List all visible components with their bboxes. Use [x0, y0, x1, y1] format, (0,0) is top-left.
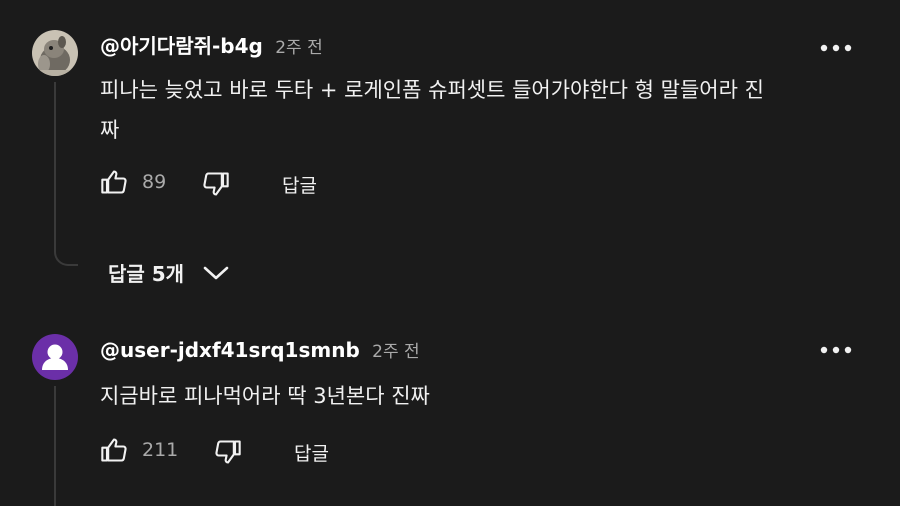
- default-user-avatar-icon: [32, 334, 78, 380]
- reply-button[interactable]: 답글: [294, 439, 329, 466]
- like-count: 89: [142, 171, 167, 193]
- comment-header: @user-jdxf41srq1smnb 2주 전: [100, 338, 420, 364]
- squirrel-avatar-icon: [32, 30, 78, 76]
- more-options-button[interactable]: [818, 340, 854, 360]
- commenter-avatar[interactable]: [32, 30, 78, 76]
- thread-connector: [54, 386, 56, 506]
- reply-button[interactable]: 답글: [282, 171, 317, 198]
- thumbs-down-icon: [203, 172, 229, 196]
- comment-text: 피나는 늦었고 바로 두타 + 로게인폼 슈퍼셋트 들어가야한다 형 말들어라 …: [100, 70, 764, 150]
- comment-text-line: 피나는 늦었고 바로 두타 + 로게인폼 슈퍼셋트 들어가야한다 형 말들어라 …: [100, 78, 764, 102]
- more-vert-icon: [820, 44, 852, 52]
- dislike-button[interactable]: [202, 170, 230, 198]
- author-name[interactable]: @user-jdxf41srq1smnb: [100, 338, 360, 362]
- commenter-avatar[interactable]: [32, 334, 78, 380]
- comment-text-line: 짜: [100, 118, 120, 142]
- more-options-button[interactable]: [818, 38, 854, 58]
- thumbs-up-icon: [101, 438, 127, 462]
- comment-text: 지금바로 피나먹어라 딱 3년본다 진짜: [100, 376, 430, 416]
- comment-timestamp[interactable]: 2주 전: [275, 38, 323, 58]
- comment-text-line: 지금바로 피나먹어라 딱 3년본다 진짜: [100, 384, 430, 408]
- comment-header: @아기다람쥐-b4g 2주 전: [100, 34, 323, 60]
- dislike-button[interactable]: [214, 438, 242, 466]
- thumbs-down-icon: [215, 440, 241, 464]
- comment-item: @아기다람쥐-b4g 2주 전 피나는 늦었고 바로 두타 + 로게인폼 슈퍼셋…: [0, 0, 900, 300]
- chevron-down-icon: [203, 266, 229, 279]
- like-button[interactable]: 211: [100, 436, 178, 464]
- replies-count-label: 답글 5개: [108, 262, 185, 286]
- comment-timestamp[interactable]: 2주 전: [372, 342, 420, 362]
- more-vert-icon: [820, 346, 852, 354]
- view-replies-button[interactable]: 답글 5개: [108, 258, 230, 287]
- thumbs-up-icon: [101, 170, 127, 194]
- author-name[interactable]: @아기다람쥐-b4g: [100, 34, 263, 58]
- like-button[interactable]: 89: [100, 168, 166, 196]
- comment-item: @user-jdxf41srq1smnb 2주 전 지금바로 피나먹어라 딱 3…: [0, 320, 900, 506]
- like-count: 211: [142, 439, 179, 461]
- thread-connector: [54, 82, 78, 266]
